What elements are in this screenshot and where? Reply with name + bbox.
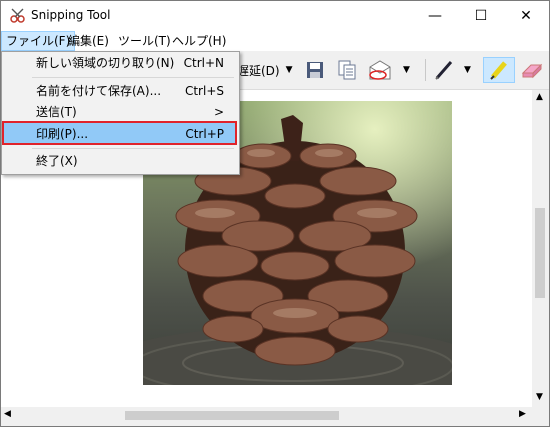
vertical-scroll-thumb[interactable] (535, 208, 545, 298)
maximize-button[interactable]: ☐ (458, 1, 504, 31)
vertical-scrollbar[interactable]: ▲ ▼ (532, 90, 549, 407)
eraser-icon (521, 63, 543, 79)
menu-item-exit[interactable]: 終了(X) (4, 150, 236, 172)
highlighter-icon (490, 61, 507, 80)
menu-item-new-snip[interactable]: 新しい領域の切り取り(N) Ctrl+N (4, 52, 236, 74)
menu-bar: ファイル(F) 編集(E) ツール(T) ヘルプ(H) (1, 31, 549, 51)
menu-item-shortcut: Ctrl+S (184, 84, 224, 98)
title-bar: Snipping Tool — ☐ ✕ (1, 1, 549, 31)
menu-help[interactable]: ヘルプ(H) (168, 31, 230, 51)
print-highlight-annotation (2, 121, 237, 145)
pen-button[interactable]: ▼ (433, 57, 481, 83)
scroll-down-arrow-icon[interactable]: ▼ (536, 392, 543, 402)
chevron-down-icon: ▼ (285, 65, 293, 75)
send-email-button[interactable]: ▼ (367, 57, 415, 83)
highlighter-button[interactable] (483, 57, 515, 83)
delay-label: 遅延(D) (237, 63, 280, 78)
delay-button[interactable]: 遅延(D) ▼ (237, 57, 299, 83)
copy-button[interactable] (334, 57, 360, 83)
menu-item-shortcut: Ctrl+N (183, 56, 224, 70)
horizontal-scrollbar[interactable]: ◀ ▶ (1, 407, 532, 424)
scroll-right-arrow-icon[interactable]: ▶ (519, 409, 526, 419)
pen-icon (435, 61, 453, 80)
scroll-left-arrow-icon[interactable]: ◀ (4, 409, 11, 419)
submenu-arrow-icon: > (213, 105, 224, 119)
snipping-tool-window: Snipping Tool — ☐ ✕ ファイル(F) 編集(E) ツール(T)… (0, 0, 550, 427)
file-menu-dropdown: 新しい領域の切り取り(N) Ctrl+N 名前を付けて保存(A)... Ctrl… (1, 51, 240, 175)
menu-edit[interactable]: 編集(E) (64, 31, 113, 51)
chevron-down-icon: ▼ (464, 65, 471, 75)
menu-item-label: 名前を付けて保存(A)... (36, 84, 162, 98)
menu-item-label: 送信(T) (36, 105, 77, 119)
menu-item-send[interactable]: 送信(T) > (4, 101, 236, 123)
chevron-down-icon: ▼ (403, 65, 410, 75)
minimize-button[interactable]: — (412, 1, 458, 31)
menu-item-label: 終了(X) (36, 154, 78, 168)
scroll-up-arrow-icon[interactable]: ▲ (536, 92, 543, 102)
send-email-icon (369, 60, 391, 80)
eraser-button[interactable] (517, 57, 547, 83)
horizontal-scroll-thumb[interactable] (125, 411, 339, 420)
window-title: Snipping Tool (31, 8, 111, 22)
menu-separator (32, 77, 234, 78)
snipping-tool-icon (10, 8, 25, 23)
menu-separator (32, 148, 234, 149)
scroll-corner (532, 407, 549, 424)
save-icon (307, 62, 323, 78)
menu-tools[interactable]: ツール(T) (114, 31, 175, 51)
menu-item-save-as[interactable]: 名前を付けて保存(A)... Ctrl+S (4, 80, 236, 102)
close-button[interactable]: ✕ (503, 1, 549, 31)
menu-item-label: 新しい領域の切り取り(N) (36, 56, 175, 70)
copy-icon (338, 60, 356, 80)
toolbar-separator (425, 59, 426, 81)
save-button[interactable] (302, 57, 328, 83)
